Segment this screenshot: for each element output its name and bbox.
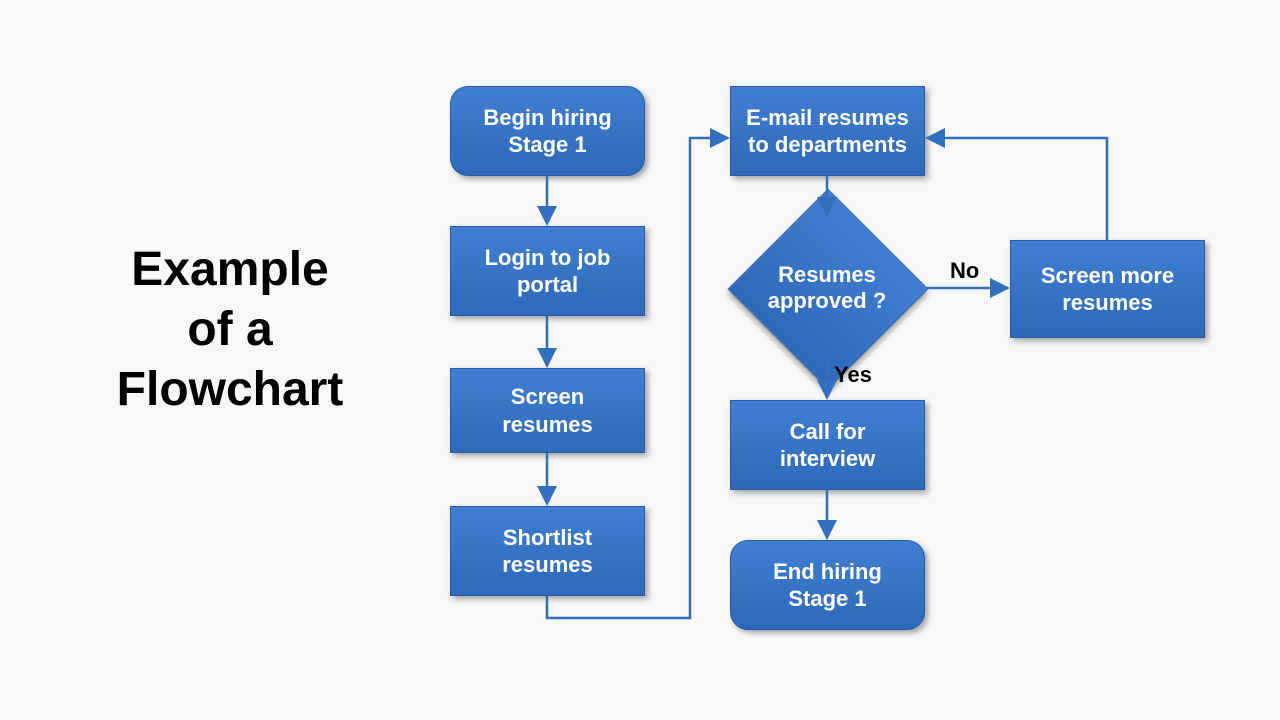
title-line: Example xyxy=(131,243,328,296)
node-label: Screen more resumes xyxy=(1025,262,1190,317)
node-screen: Screen resumes xyxy=(450,368,645,453)
node-login: Login to job portal xyxy=(450,226,645,316)
node-label: Login to job portal xyxy=(465,244,630,299)
title-line: Flowchart xyxy=(117,363,344,416)
node-label: Shortlist resumes xyxy=(465,524,630,579)
title-line: of a xyxy=(187,303,272,356)
diagram-title: Example of a Flowchart xyxy=(60,240,400,420)
label-yes: Yes xyxy=(834,362,872,388)
node-end: End hiring Stage 1 xyxy=(730,540,925,630)
label-no: No xyxy=(950,258,979,284)
node-shortlist: Shortlist resumes xyxy=(450,506,645,596)
node-label: Screen resumes xyxy=(465,383,630,438)
node-label: Call for interview xyxy=(745,418,910,473)
node-label: Resumes approved ? xyxy=(757,218,897,358)
node-approved: Resumes approved ? xyxy=(757,218,897,358)
node-label: E-mail resumes to departments xyxy=(745,104,910,159)
node-label: Begin hiring Stage 1 xyxy=(465,104,630,159)
node-begin: Begin hiring Stage 1 xyxy=(450,86,645,176)
node-email: E-mail resumes to departments xyxy=(730,86,925,176)
node-call: Call for interview xyxy=(730,400,925,490)
node-label: End hiring Stage 1 xyxy=(745,558,910,613)
flowchart-stage: Example of a Flowchart Begin hiring Stag… xyxy=(0,0,1280,720)
node-screen-more: Screen more resumes xyxy=(1010,240,1205,338)
